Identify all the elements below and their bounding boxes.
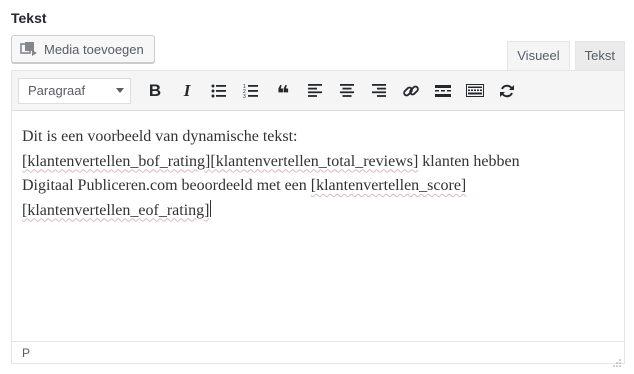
align-center-icon <box>340 84 354 97</box>
refresh-icon <box>499 83 515 99</box>
content-text-klanten: klanten hebben <box>418 152 520 170</box>
add-media-button[interactable]: Media toevoegen <box>11 35 155 63</box>
toolbar-toggle-button[interactable] <box>459 76 491 106</box>
refresh-button[interactable] <box>491 76 523 106</box>
shortcode-eof-rating: [klantenvertellen_eof_rating] <box>22 201 210 219</box>
content-line-3: Digitaal Publiceren.com beoordeeld met e… <box>22 174 614 199</box>
link-icon <box>402 82 420 100</box>
read-more-button[interactable] <box>427 76 459 106</box>
numbered-list-button[interactable]: 1 2 3 <box>235 76 267 106</box>
link-button[interactable] <box>395 76 427 106</box>
blockquote-icon: ❝ <box>276 80 290 106</box>
editor-content[interactable]: Dit is een voorbeeld van dynamische teks… <box>12 111 624 223</box>
chevron-down-icon <box>116 88 124 93</box>
rich-text-editor: Paragraaf B I 1 2 3 ❝ Dit is een voorbee… <box>11 70 625 367</box>
bullet-list-button[interactable] <box>203 76 235 106</box>
content-text-digitaal: Digitaal Publiceren.com beoordeeld met e… <box>22 177 311 194</box>
content-line-1: Dit is een voorbeeld van dynamische teks… <box>22 128 298 145</box>
align-right-icon <box>372 84 386 97</box>
tab-text[interactable]: Tekst <box>574 41 625 70</box>
shortcode-score: [klantenvertellen_score] <box>310 177 467 194</box>
toolbar-toggle-icon <box>466 84 484 97</box>
align-right-button[interactable] <box>363 76 395 106</box>
editor-toolbar: Paragraaf B I 1 2 3 ❝ <box>12 71 624 111</box>
italic-icon: I <box>183 80 191 100</box>
shortcode-bof-rating: [klantenvertellen_bof_rating] <box>22 152 211 170</box>
bold-icon: B <box>148 80 162 100</box>
read-more-icon <box>435 84 451 97</box>
align-left-icon <box>308 84 322 97</box>
numbered-list-icon: 1 2 3 <box>243 84 259 98</box>
bullet-list-icon <box>211 84 227 98</box>
svg-text:3: 3 <box>243 94 246 98</box>
bold-button[interactable]: B <box>139 76 171 106</box>
content-line-4: [klantenvertellen_eof_rating] <box>22 199 614 224</box>
blockquote-button[interactable]: ❝ <box>267 76 299 106</box>
field-label: Tekst <box>11 10 47 26</box>
tab-visual[interactable]: Visueel <box>507 41 570 70</box>
text-cursor <box>210 199 212 217</box>
element-path[interactable]: P <box>22 346 30 360</box>
align-center-button[interactable] <box>331 76 363 106</box>
content-line-2: [klantenvertellen_bof_rating][klantenver… <box>22 150 614 175</box>
format-select[interactable]: Paragraaf <box>18 77 131 104</box>
editor-tabs: Visueel Tekst <box>507 41 625 70</box>
editor-statusbar: P <box>12 341 624 367</box>
format-select-value: Paragraaf <box>28 83 86 98</box>
italic-button[interactable]: I <box>171 76 203 106</box>
resize-handle-icon[interactable] <box>613 352 621 367</box>
shortcode-total-reviews: [klantenvertellen_total_reviews] <box>210 152 419 170</box>
add-media-label: Media toevoegen <box>44 41 144 57</box>
media-icon <box>20 41 38 57</box>
align-left-button[interactable] <box>299 76 331 106</box>
